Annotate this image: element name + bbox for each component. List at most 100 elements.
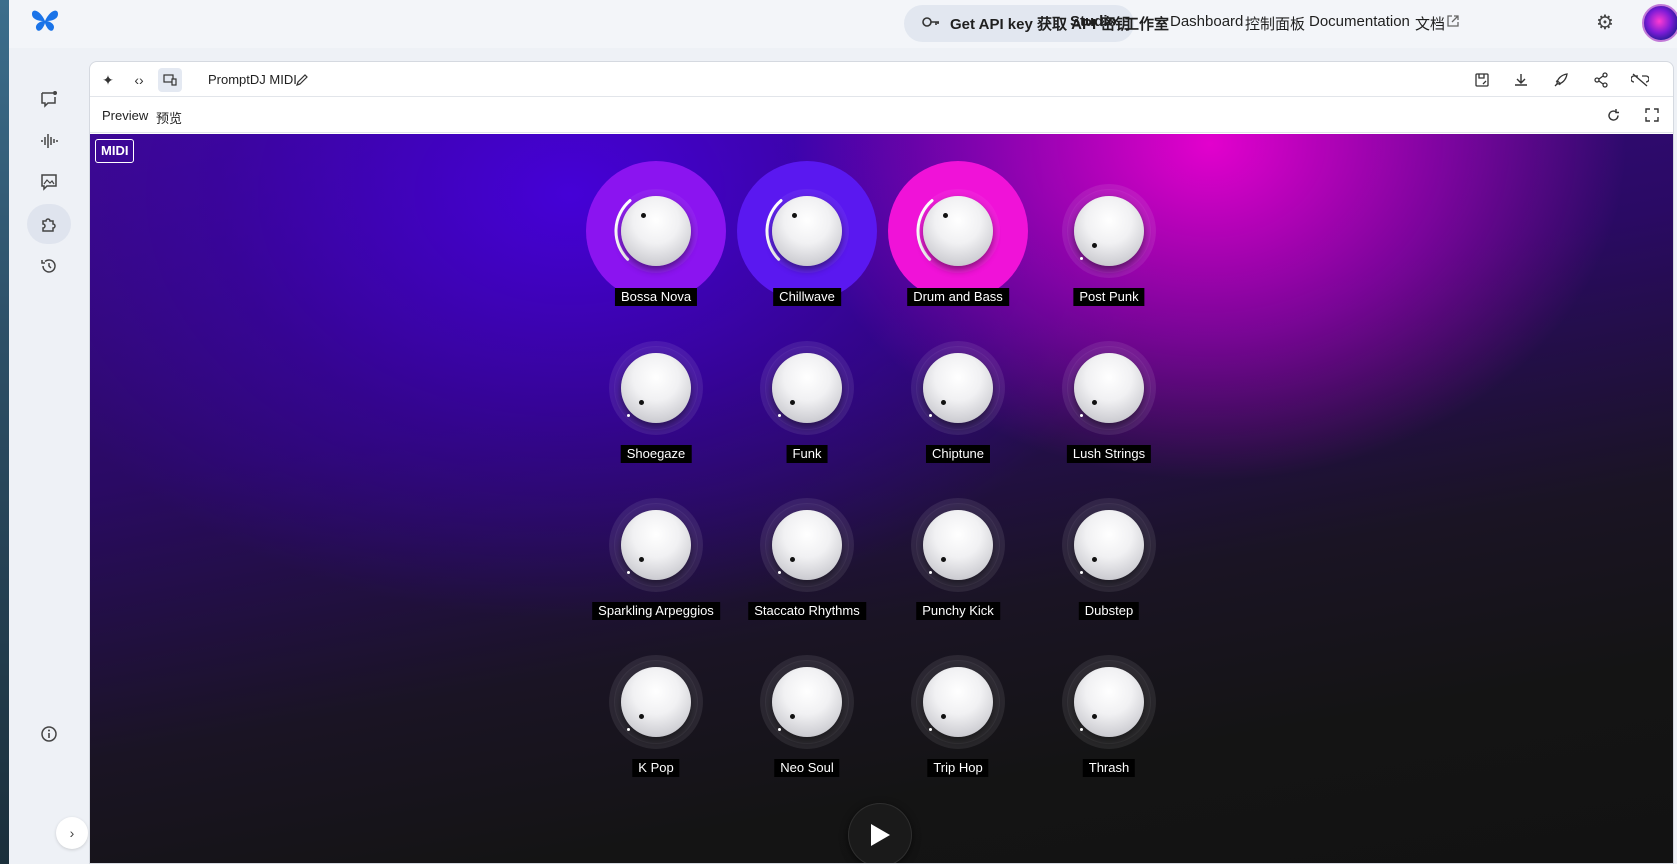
- knob-face[interactable]: [772, 510, 842, 580]
- knob-face[interactable]: [772, 667, 842, 737]
- knob-chiptune[interactable]: Chiptune: [883, 313, 1033, 463]
- knob-lush-strings[interactable]: Lush Strings: [1034, 313, 1184, 463]
- refresh-icon[interactable]: [1601, 103, 1625, 127]
- knob-drum-and-bass[interactable]: Drum and Bass: [883, 156, 1033, 306]
- knob-face[interactable]: [923, 667, 993, 737]
- nav-documentation[interactable]: Documentation: [1309, 13, 1410, 30]
- knob-label[interactable]: Bossa Nova: [614, 288, 698, 306]
- knob-shoegaze[interactable]: Shoegaze: [581, 313, 731, 463]
- knob-label[interactable]: Lush Strings: [1066, 445, 1152, 463]
- knob-dubstep[interactable]: Dubstep: [1034, 470, 1184, 620]
- knob-face[interactable]: [1074, 667, 1144, 737]
- unlink-icon[interactable]: [1628, 68, 1652, 92]
- sparkle-icon[interactable]: ✦: [96, 68, 120, 92]
- knob-face[interactable]: [923, 196, 993, 266]
- nav-docs-zh[interactable]: 文档: [1415, 13, 1445, 34]
- user-avatar[interactable]: [1642, 4, 1677, 42]
- nav-dashboard[interactable]: Dashboard: [1170, 13, 1243, 30]
- butterfly-logo-icon[interactable]: [29, 8, 61, 36]
- knob-label[interactable]: Trip Hop: [927, 759, 989, 777]
- left-rail: ›: [9, 48, 89, 864]
- knob-min-tick: [928, 727, 932, 731]
- knob-face[interactable]: [621, 667, 691, 737]
- knob-label[interactable]: K Pop: [632, 759, 680, 777]
- knob-label[interactable]: Neo Soul: [774, 759, 840, 777]
- knob-min-tick: [1079, 256, 1083, 260]
- knob-indicator-dot: [942, 213, 948, 219]
- knob-label[interactable]: Chiptune: [925, 445, 991, 463]
- info-icon[interactable]: [27, 714, 71, 754]
- knob-label[interactable]: Drum and Bass: [907, 288, 1009, 306]
- code-icon[interactable]: ‹›: [127, 68, 151, 92]
- knob-indicator-dot: [791, 213, 797, 219]
- knob-label[interactable]: Post Punk: [1073, 288, 1145, 306]
- knob-k-pop[interactable]: K Pop: [581, 627, 731, 777]
- edit-pencil-icon[interactable]: [290, 68, 314, 92]
- knob-min-tick: [777, 727, 781, 731]
- knob-face[interactable]: [1074, 353, 1144, 423]
- knob-label[interactable]: Shoegaze: [620, 445, 692, 463]
- knob-min-tick: [777, 570, 781, 574]
- knob-thrash[interactable]: Thrash: [1034, 627, 1184, 777]
- app-panel: ✦ ‹› PromptDJ MIDI Preview 预览 MIDI Bossa…: [89, 61, 1674, 864]
- play-icon: [871, 824, 890, 846]
- knob-label[interactable]: Staccato Rhythms: [748, 602, 866, 620]
- knob-face[interactable]: [772, 196, 842, 266]
- key-icon: [922, 15, 940, 32]
- nav-studio-zh[interactable]: 工作室: [1124, 13, 1169, 34]
- preview-label[interactable]: Preview: [102, 108, 148, 123]
- knob-label[interactable]: Thrash: [1082, 759, 1136, 777]
- knob-min-tick: [626, 570, 630, 574]
- knob-face[interactable]: [621, 196, 691, 266]
- knob-label[interactable]: Sparkling Arpeggios: [592, 602, 720, 620]
- knob-trip-hop[interactable]: Trip Hop: [883, 627, 1033, 777]
- knob-funk[interactable]: Funk: [732, 313, 882, 463]
- window-edge: [0, 0, 9, 864]
- knob-sparkling-arpeggios[interactable]: Sparkling Arpeggios: [581, 470, 731, 620]
- knob-indicator-dot: [640, 213, 646, 219]
- knob-label[interactable]: Chillwave: [773, 288, 841, 306]
- preview-label-zh[interactable]: 预览: [156, 108, 182, 127]
- knob-post-punk[interactable]: Post Punk: [1034, 156, 1184, 306]
- audio-wave-icon[interactable]: [27, 121, 71, 161]
- knob-face[interactable]: [621, 353, 691, 423]
- nav-dashboard-zh[interactable]: 控制面板: [1245, 13, 1305, 34]
- knob-bossa-nova[interactable]: Bossa Nova: [581, 156, 731, 306]
- knob-face[interactable]: [1074, 510, 1144, 580]
- app-toolbar: ✦ ‹› PromptDJ MIDI: [90, 62, 1673, 97]
- knob-face[interactable]: [923, 353, 993, 423]
- midi-toggle-button[interactable]: MIDI: [95, 139, 135, 163]
- knob-min-tick: [1079, 413, 1083, 417]
- top-bar: Get API key 获取 API 密钥 Studio 工作室 Dashboa…: [9, 0, 1677, 48]
- fullscreen-icon[interactable]: [1640, 103, 1664, 127]
- share-icon[interactable]: [1589, 68, 1613, 92]
- nav-studio[interactable]: Studio: [1070, 13, 1117, 30]
- chat-icon[interactable]: [27, 79, 71, 119]
- history-icon[interactable]: [27, 246, 71, 286]
- knob-min-tick: [928, 570, 932, 574]
- knob-staccato-rhythms[interactable]: Staccato Rhythms: [732, 470, 882, 620]
- knob-face[interactable]: [621, 510, 691, 580]
- extensions-puzzle-icon[interactable]: [27, 204, 71, 244]
- knob-label[interactable]: Funk: [786, 445, 828, 463]
- preview-devices-icon[interactable]: [158, 68, 182, 92]
- play-button[interactable]: [848, 803, 912, 863]
- knob-min-tick: [626, 727, 630, 731]
- download-icon[interactable]: [1509, 68, 1533, 92]
- knob-punchy-kick[interactable]: Punchy Kick: [883, 470, 1033, 620]
- knob-min-tick: [626, 413, 630, 417]
- knob-label[interactable]: Dubstep: [1078, 602, 1140, 620]
- knob-chillwave[interactable]: Chillwave: [732, 156, 882, 306]
- knob-label[interactable]: Punchy Kick: [916, 602, 1000, 620]
- knob-face[interactable]: [772, 353, 842, 423]
- app-title: PromptDJ MIDI: [208, 72, 297, 87]
- knob-face[interactable]: [1074, 196, 1144, 266]
- preview-bar: Preview 预览: [90, 97, 1673, 133]
- save-to-drive-icon[interactable]: [1470, 68, 1494, 92]
- expand-sidebar-chevron-icon[interactable]: ›: [56, 817, 88, 849]
- knob-neo-soul[interactable]: Neo Soul: [732, 627, 882, 777]
- knob-face[interactable]: [923, 510, 993, 580]
- settings-gear-icon[interactable]: ⚙: [1596, 10, 1614, 35]
- deploy-rocket-icon[interactable]: [1549, 68, 1573, 92]
- image-chat-icon[interactable]: [27, 162, 71, 202]
